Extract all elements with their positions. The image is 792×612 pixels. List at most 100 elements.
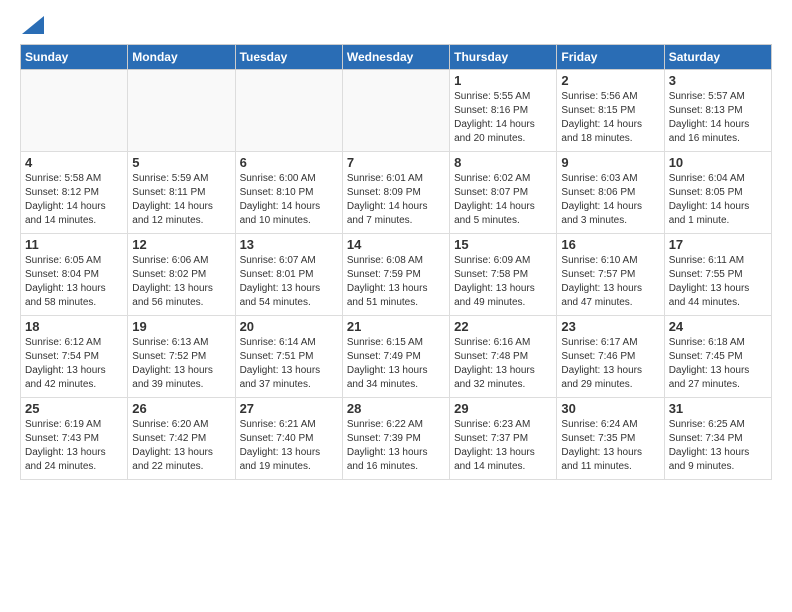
day-cell: 5 Sunrise: 5:59 AM Sunset: 8:11 PM Daylig… (128, 152, 235, 234)
col-header-sunday: Sunday (21, 45, 128, 70)
day-cell: 13 Sunrise: 6:07 AM Sunset: 8:01 PM Dayli… (235, 234, 342, 316)
day-info: Sunrise: 6:22 AM Sunset: 7:39 PM Dayligh… (347, 418, 445, 474)
day-cell: 24 Sunrise: 6:18 AM Sunset: 7:45 PM Dayli… (664, 316, 771, 398)
day-number: 28 (347, 401, 445, 416)
calendar-table: SundayMondayTuesdayWednesdayThursdayFrid… (20, 44, 772, 480)
day-number: 22 (454, 319, 552, 334)
col-header-friday: Friday (557, 45, 664, 70)
day-cell: 28 Sunrise: 6:22 AM Sunset: 7:39 PM Dayli… (342, 398, 449, 480)
day-number: 26 (132, 401, 230, 416)
day-number: 20 (240, 319, 338, 334)
day-info: Sunrise: 5:56 AM Sunset: 8:15 PM Dayligh… (561, 90, 659, 146)
day-number: 10 (669, 155, 767, 170)
day-cell: 20 Sunrise: 6:14 AM Sunset: 7:51 PM Dayli… (235, 316, 342, 398)
day-number: 19 (132, 319, 230, 334)
day-cell: 6Sunrise: 6:00 AM Sunset: 8:10 PM Daylig… (235, 152, 342, 234)
day-number: 27 (240, 401, 338, 416)
day-number: 13 (240, 237, 338, 252)
day-cell: 23 Sunrise: 6:17 AM Sunset: 7:46 PM Dayli… (557, 316, 664, 398)
week-row-4: 25 Sunrise: 6:19 AM Sunset: 7:43 PM Dayli… (21, 398, 772, 480)
day-cell: 22 Sunrise: 6:16 AM Sunset: 7:48 PM Dayli… (450, 316, 557, 398)
day-cell: 26 Sunrise: 6:20 AM Sunset: 7:42 PM Dayli… (128, 398, 235, 480)
day-cell: 10 Sunrise: 6:04 AM Sunset: 8:05 PM Dayli… (664, 152, 771, 234)
day-number: 25 (25, 401, 123, 416)
day-info: Sunrise: 6:13 AM Sunset: 7:52 PM Dayligh… (132, 336, 230, 392)
day-number: 15 (454, 237, 552, 252)
day-number: 21 (347, 319, 445, 334)
col-header-tuesday: Tuesday (235, 45, 342, 70)
day-number: 4 (25, 155, 123, 170)
day-cell: 25 Sunrise: 6:19 AM Sunset: 7:43 PM Dayli… (21, 398, 128, 480)
day-info: Sunrise: 5:55 AM Sunset: 8:16 PM Dayligh… (454, 90, 552, 146)
day-info: Sunrise: 6:20 AM Sunset: 7:42 PM Dayligh… (132, 418, 230, 474)
col-header-saturday: Saturday (664, 45, 771, 70)
day-number: 7 (347, 155, 445, 170)
day-info: Sunrise: 6:19 AM Sunset: 7:43 PM Dayligh… (25, 418, 123, 474)
day-cell: 31 Sunrise: 6:25 AM Sunset: 7:34 PM Dayli… (664, 398, 771, 480)
day-number: 2 (561, 73, 659, 88)
day-number: 16 (561, 237, 659, 252)
day-cell (342, 70, 449, 152)
day-number: 1 (454, 73, 552, 88)
day-info: Sunrise: 6:25 AM Sunset: 7:34 PM Dayligh… (669, 418, 767, 474)
day-info: Sunrise: 6:11 AM Sunset: 7:55 PM Dayligh… (669, 254, 767, 310)
day-info: Sunrise: 6:16 AM Sunset: 7:48 PM Dayligh… (454, 336, 552, 392)
day-info: Sunrise: 6:23 AM Sunset: 7:37 PM Dayligh… (454, 418, 552, 474)
day-info: Sunrise: 6:00 AM Sunset: 8:10 PM Dayligh… (240, 172, 338, 228)
week-row-3: 18Sunrise: 6:12 AM Sunset: 7:54 PM Dayli… (21, 316, 772, 398)
day-number: 11 (25, 237, 123, 252)
day-info: Sunrise: 6:09 AM Sunset: 7:58 PM Dayligh… (454, 254, 552, 310)
day-cell (128, 70, 235, 152)
day-info: Sunrise: 6:06 AM Sunset: 8:02 PM Dayligh… (132, 254, 230, 310)
day-cell: 9Sunrise: 6:03 AM Sunset: 8:06 PM Daylig… (557, 152, 664, 234)
day-cell: 16Sunrise: 6:10 AM Sunset: 7:57 PM Dayli… (557, 234, 664, 316)
day-cell: 11 Sunrise: 6:05 AM Sunset: 8:04 PM Dayli… (21, 234, 128, 316)
day-info: Sunrise: 6:14 AM Sunset: 7:51 PM Dayligh… (240, 336, 338, 392)
logo-icon (22, 16, 44, 34)
day-info: Sunrise: 6:17 AM Sunset: 7:46 PM Dayligh… (561, 336, 659, 392)
day-number: 31 (669, 401, 767, 416)
day-cell: 14Sunrise: 6:08 AM Sunset: 7:59 PM Dayli… (342, 234, 449, 316)
day-info: Sunrise: 6:12 AM Sunset: 7:54 PM Dayligh… (25, 336, 123, 392)
day-cell: 7 Sunrise: 6:01 AM Sunset: 8:09 PM Daylig… (342, 152, 449, 234)
day-info: Sunrise: 6:07 AM Sunset: 8:01 PM Dayligh… (240, 254, 338, 310)
day-number: 30 (561, 401, 659, 416)
day-info: Sunrise: 6:21 AM Sunset: 7:40 PM Dayligh… (240, 418, 338, 474)
day-number: 14 (347, 237, 445, 252)
day-cell (21, 70, 128, 152)
day-number: 5 (132, 155, 230, 170)
day-info: Sunrise: 6:04 AM Sunset: 8:05 PM Dayligh… (669, 172, 767, 228)
day-info: Sunrise: 6:03 AM Sunset: 8:06 PM Dayligh… (561, 172, 659, 228)
logo (20, 16, 44, 34)
day-cell: 4 Sunrise: 5:58 AM Sunset: 8:12 PM Daylig… (21, 152, 128, 234)
col-header-thursday: Thursday (450, 45, 557, 70)
day-info: Sunrise: 5:58 AM Sunset: 8:12 PM Dayligh… (25, 172, 123, 228)
day-info: Sunrise: 6:05 AM Sunset: 8:04 PM Dayligh… (25, 254, 123, 310)
day-cell: 29Sunrise: 6:23 AM Sunset: 7:37 PM Dayli… (450, 398, 557, 480)
day-cell: 21Sunrise: 6:15 AM Sunset: 7:49 PM Dayli… (342, 316, 449, 398)
day-number: 24 (669, 319, 767, 334)
day-number: 3 (669, 73, 767, 88)
day-cell: 3 Sunrise: 5:57 AM Sunset: 8:13 PM Daylig… (664, 70, 771, 152)
day-cell: 18Sunrise: 6:12 AM Sunset: 7:54 PM Dayli… (21, 316, 128, 398)
day-cell: 12 Sunrise: 6:06 AM Sunset: 8:02 PM Dayli… (128, 234, 235, 316)
day-number: 17 (669, 237, 767, 252)
day-info: Sunrise: 6:24 AM Sunset: 7:35 PM Dayligh… (561, 418, 659, 474)
header (20, 16, 772, 34)
day-number: 12 (132, 237, 230, 252)
day-info: Sunrise: 5:59 AM Sunset: 8:11 PM Dayligh… (132, 172, 230, 228)
day-cell: 27 Sunrise: 6:21 AM Sunset: 7:40 PM Dayli… (235, 398, 342, 480)
page: SundayMondayTuesdayWednesdayThursdayFrid… (0, 0, 792, 496)
day-info: Sunrise: 5:57 AM Sunset: 8:13 PM Dayligh… (669, 90, 767, 146)
day-number: 23 (561, 319, 659, 334)
day-cell: 2 Sunrise: 5:56 AM Sunset: 8:15 PM Daylig… (557, 70, 664, 152)
day-info: Sunrise: 6:18 AM Sunset: 7:45 PM Dayligh… (669, 336, 767, 392)
day-info: Sunrise: 6:01 AM Sunset: 8:09 PM Dayligh… (347, 172, 445, 228)
col-header-monday: Monday (128, 45, 235, 70)
week-row-2: 11 Sunrise: 6:05 AM Sunset: 8:04 PM Dayli… (21, 234, 772, 316)
col-header-wednesday: Wednesday (342, 45, 449, 70)
day-cell: 17 Sunrise: 6:11 AM Sunset: 7:55 PM Dayli… (664, 234, 771, 316)
day-info: Sunrise: 6:02 AM Sunset: 8:07 PM Dayligh… (454, 172, 552, 228)
day-cell: 15 Sunrise: 6:09 AM Sunset: 7:58 PM Dayli… (450, 234, 557, 316)
day-number: 8 (454, 155, 552, 170)
